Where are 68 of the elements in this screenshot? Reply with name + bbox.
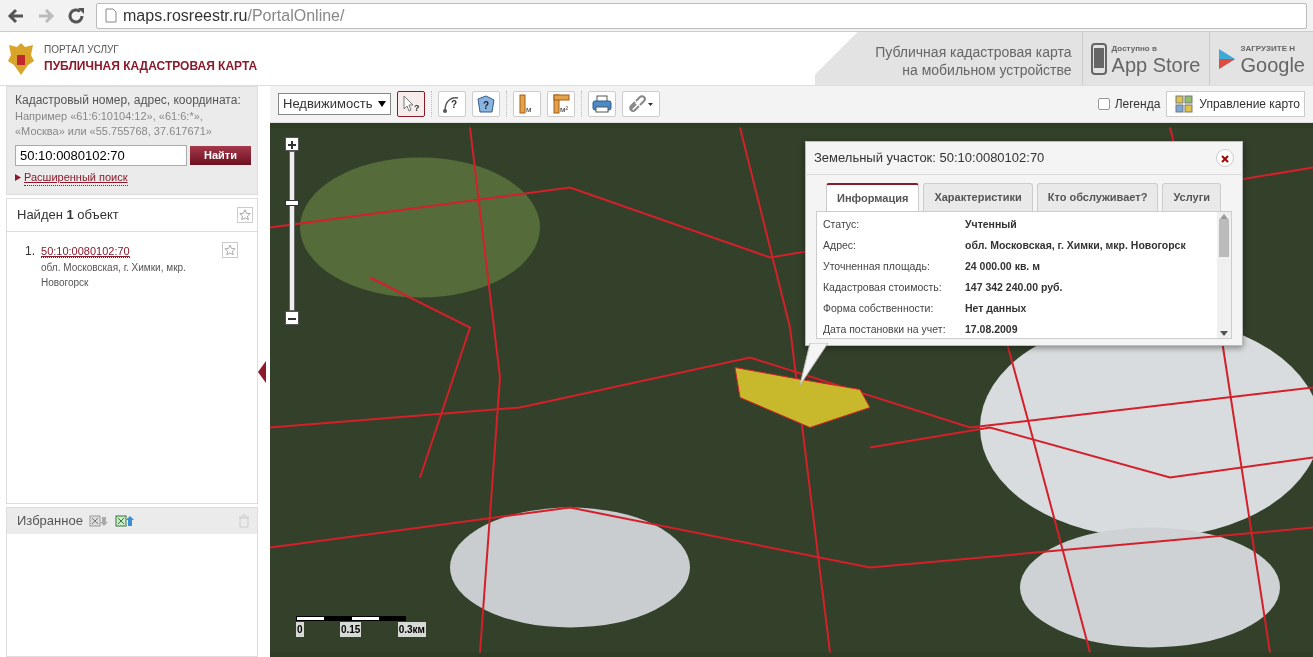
popup-tab[interactable]: Информация	[826, 182, 920, 211]
scrollbar-thumb[interactable]	[1219, 219, 1229, 257]
result-index: 1.	[25, 242, 35, 260]
zoom-slider-thumb[interactable]	[285, 199, 299, 206]
field-label: Кадастровая стоимость:	[823, 279, 943, 295]
result-address: обл. Московская, г. Химки, мкр. Новогорск	[41, 260, 187, 290]
field-label: Дата постановки на учет:	[823, 321, 947, 337]
favorites-title: Избранное	[17, 512, 83, 530]
field-value: 147 342 240.00 руб.	[965, 279, 1063, 295]
page-icon	[105, 8, 117, 23]
popup-tab[interactable]: Кто обслуживает?	[1036, 182, 1159, 211]
app-store-badge[interactable]: Доступно в App Store	[1081, 32, 1209, 85]
spreadsheet-upload-icon[interactable]	[114, 513, 135, 528]
scale-label: 0.15	[339, 622, 362, 637]
map-control-button[interactable]: Управление карто	[1166, 91, 1305, 117]
zoom-in-button[interactable]	[285, 137, 299, 151]
promo-text: на мобильном устройстве	[901, 61, 1072, 79]
star-icon[interactable]	[222, 241, 238, 258]
tool-button[interactable]	[588, 91, 617, 117]
field-label: Форма собственности:	[823, 300, 935, 316]
reload-icon[interactable]	[66, 5, 86, 26]
results-heading: Найден 1 объект	[17, 206, 119, 225]
find-button[interactable]: Найти	[190, 145, 251, 165]
portal-label: ПОРТАЛ УСЛУГ	[44, 43, 120, 57]
advanced-search-link[interactable]: Расширенный поиск	[24, 168, 128, 187]
spreadsheet-download-icon[interactable]	[88, 513, 109, 528]
popup-tab[interactable]: Услуги	[1162, 182, 1221, 211]
search-field[interactable]: 50:10:0080102:70	[15, 144, 187, 166]
dropdown-caret-icon	[378, 101, 387, 107]
collapse-handle-icon[interactable]	[258, 360, 266, 383]
result-link[interactable]: 50:10:0080102:70	[41, 244, 130, 258]
triangle-icon	[15, 173, 21, 181]
site-title: ПУБЛИЧНАЯ КАДАСТРОВАЯ КАРТА	[44, 58, 258, 75]
layer-select[interactable]: Недвижимость	[278, 93, 392, 115]
field-label: Статус:	[823, 216, 861, 232]
grid-squares-icon	[1175, 95, 1194, 113]
search-hint: «Москва» или «55.755768, 37.617671»	[15, 123, 213, 139]
popup-tab[interactable]: Характеристики	[923, 182, 1033, 211]
search-hint: Например «61:6:10104:12», «61:6:*»,	[15, 109, 204, 124]
phone-icon	[1090, 42, 1107, 75]
legend-checkbox[interactable]	[1097, 98, 1110, 110]
star-icon[interactable]	[237, 206, 253, 223]
google-play-badge[interactable]: ЗАГРУЗИТЕ Н Google	[1208, 32, 1313, 85]
field-value: обл. Московская, г. Химки, мкр. Новогорск	[965, 237, 1186, 253]
emblem-icon	[6, 40, 36, 77]
close-button[interactable]	[1216, 148, 1234, 167]
scroll-down-icon[interactable]	[1220, 331, 1228, 336]
field-value: Нет данных	[965, 300, 1027, 316]
promo-text: Публичная кадастровая карта	[875, 44, 1072, 62]
legend-label: Легенда	[1114, 96, 1161, 113]
field-value: Учтенный	[965, 216, 1017, 232]
url-text: maps.rosreestr.ru/PortalOnline/	[123, 5, 345, 26]
plus-icon	[288, 140, 296, 149]
search-label: Кадастровый номер, адрес, координата:	[15, 92, 242, 109]
tool-button[interactable]	[622, 91, 661, 117]
field-label: Уточненная площадь:	[823, 258, 931, 274]
field-value: 17.08.2009	[965, 321, 1018, 337]
address-bar[interactable]: maps.rosreestr.ru/PortalOnline/	[96, 2, 1307, 29]
scale-label: 0	[296, 622, 304, 637]
field-label: Адрес:	[823, 237, 857, 253]
field-value: 24 000.00 кв. м	[965, 258, 1040, 274]
play-triangle-icon	[1217, 47, 1236, 70]
zoom-out-button[interactable]	[285, 311, 299, 325]
popup-title: Земельный участок: 50:10:0080102:70	[814, 149, 1045, 167]
printer-icon	[592, 94, 613, 114]
chain-link-icon	[628, 94, 655, 114]
close-icon	[1221, 154, 1229, 163]
scale-label: 0.3км	[397, 622, 426, 637]
